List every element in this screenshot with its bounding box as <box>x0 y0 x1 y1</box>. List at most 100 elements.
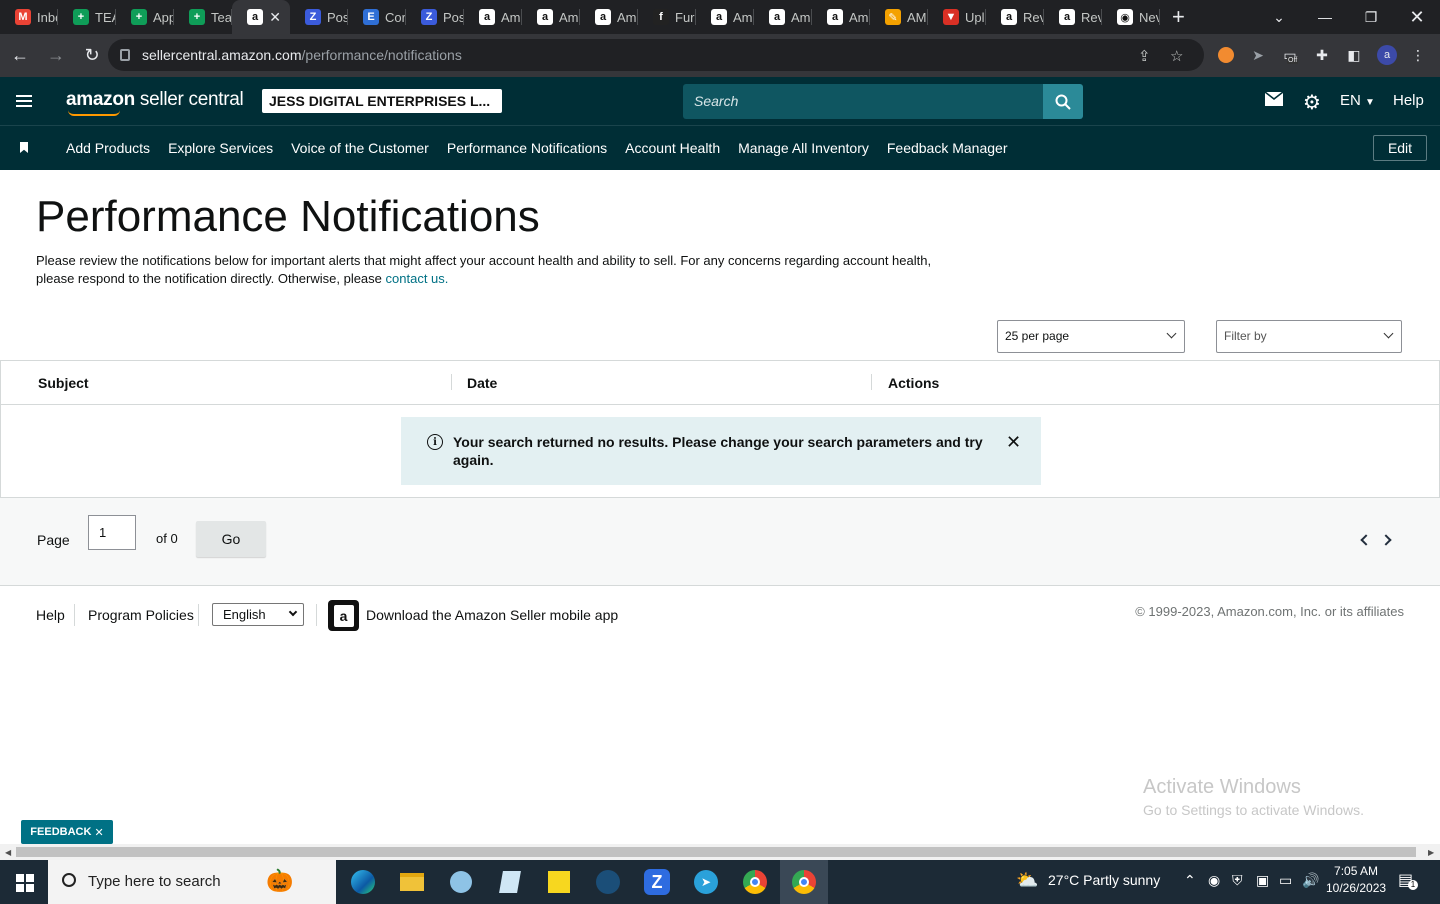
footer-language-select[interactable]: English <box>212 603 304 626</box>
telegram-icon[interactable]: ➤ <box>691 867 721 897</box>
browser-tab[interactable]: M Inbo <box>0 0 58 34</box>
steam-icon[interactable] <box>593 867 623 897</box>
notepad-icon[interactable] <box>495 867 525 897</box>
language-selector[interactable]: EN ▼ <box>1340 92 1375 109</box>
puzzle-icon[interactable]: ✚ <box>1313 46 1331 64</box>
browser-tab[interactable]: Z Pos <box>290 0 348 34</box>
share-icon[interactable]: ⇪ <box>1138 47 1151 65</box>
browser-tab[interactable]: a Am <box>696 0 754 34</box>
footer-help-link[interactable]: Help <box>36 607 65 623</box>
tray-meet-icon[interactable]: ▣ <box>1256 872 1269 889</box>
nav-item-manage-all-inventory[interactable]: Manage All Inventory <box>729 140 878 156</box>
browser-tab[interactable]: f Fur <box>638 0 696 34</box>
browser-tab[interactable]: E Cor <box>348 0 406 34</box>
contact-us-link[interactable]: contact us. <box>386 271 449 286</box>
extension-cursor-icon[interactable]: ➤ <box>1249 46 1267 64</box>
browser-tab[interactable]: a Am <box>464 0 522 34</box>
browser-tab[interactable]: ✎ AM <box>870 0 928 34</box>
browser-tab[interactable]: a ✕ <box>232 0 290 34</box>
column-date[interactable]: Date <box>467 375 497 391</box>
tray-chevron-up-icon[interactable]: ⌃ <box>1184 872 1196 889</box>
browser-tab[interactable]: + App <box>116 0 174 34</box>
amazon-app-icon[interactable]: a <box>328 600 359 631</box>
nav-item-account-health[interactable]: Account Health <box>616 140 729 156</box>
maximize-button[interactable]: ❐ <box>1348 0 1394 34</box>
filter-select[interactable]: Filter by <box>1216 320 1402 353</box>
network-icon[interactable]: ▭ <box>1279 872 1292 889</box>
store-selector[interactable]: JESS DIGITAL ENTERPRISES L... <box>262 89 502 113</box>
program-policies-link[interactable]: Program Policies <box>88 607 194 623</box>
notification-center-icon[interactable]: ▤ 1 <box>1398 870 1418 890</box>
per-page-select[interactable]: 25 per page <box>997 320 1185 353</box>
scrollbar-thumb[interactable] <box>16 847 1416 857</box>
browser-tab[interactable]: a Rev <box>986 0 1044 34</box>
close-window-button[interactable]: ✕ <box>1394 0 1440 34</box>
feedback-button[interactable]: FEEDBACK ✕ <box>21 820 113 844</box>
volume-icon[interactable]: 🔊 <box>1302 872 1319 889</box>
hamburger-menu-icon[interactable] <box>16 95 32 110</box>
bookmark-icon[interactable] <box>20 142 28 153</box>
search-button[interactable] <box>1043 84 1083 119</box>
edit-nav-button[interactable]: Edit <box>1373 135 1427 161</box>
edge-icon[interactable] <box>348 867 378 897</box>
chrome-icon[interactable] <box>740 867 770 897</box>
browser-tab[interactable]: Z Pos <box>406 0 464 34</box>
browser-tab[interactable]: a Am <box>522 0 580 34</box>
browser-tab[interactable]: a Am <box>812 0 870 34</box>
download-app-link[interactable]: Download the Amazon Seller mobile app <box>366 607 618 623</box>
help-link[interactable]: Help <box>1393 92 1424 109</box>
search-input[interactable]: Search <box>683 84 1044 119</box>
browser-tab[interactable]: ◉ Nev <box>1102 0 1160 34</box>
close-tab-icon[interactable]: ✕ <box>269 9 281 26</box>
scroll-left-icon[interactable]: ◀ <box>5 848 11 857</box>
browser-tab[interactable]: a Am <box>580 0 638 34</box>
taskbar-search-input[interactable]: Type here to search 🎃 <box>48 860 336 904</box>
nav-item-add-products[interactable]: Add Products <box>57 140 159 156</box>
weather-icon[interactable]: ⛅ <box>1016 870 1038 891</box>
go-button[interactable]: Go <box>196 521 266 557</box>
sticky-notes-icon[interactable] <box>544 867 574 897</box>
browser-tab[interactable]: ▼ Upl <box>928 0 986 34</box>
browser-tab[interactable]: a Rev <box>1044 0 1102 34</box>
close-icon[interactable]: ✕ <box>94 826 103 839</box>
chevron-left-icon[interactable] <box>1360 534 1372 546</box>
browser-tab[interactable]: + TEA <box>58 0 116 34</box>
back-icon[interactable]: ← <box>4 40 36 72</box>
menu-kebab-icon[interactable]: ⋮ <box>1409 46 1427 64</box>
browser-tab[interactable]: + Tea <box>174 0 232 34</box>
seller-central-logo[interactable]: amazon seller central <box>66 89 244 116</box>
address-bar[interactable]: sellercentral.amazon.com/performance/not… <box>108 39 1204 71</box>
nav-item-feedback-manager[interactable]: Feedback Manager <box>878 140 1017 156</box>
scroll-right-icon[interactable]: ▶ <box>1428 848 1434 857</box>
close-icon[interactable]: ✕ <box>1006 432 1021 453</box>
mail-icon[interactable] <box>1264 91 1284 111</box>
tray-record-icon[interactable]: ◉ <box>1208 872 1220 889</box>
zoho-icon[interactable]: Z <box>642 867 672 897</box>
tray-shield-icon[interactable]: ⛨ <box>1232 872 1243 889</box>
taskbar-clock[interactable]: 7:05 AM 10/26/2023 <box>1326 863 1386 897</box>
horizontal-scrollbar[interactable]: ◀ ▶ <box>0 844 1440 860</box>
extension-off-icon[interactable]: ▭ Off <box>1281 46 1299 64</box>
file-explorer-icon[interactable] <box>397 867 427 897</box>
tab-search-icon[interactable]: ⌄ <box>1256 0 1302 34</box>
side-panel-icon[interactable]: ◧ <box>1345 46 1363 64</box>
extension-color-icon[interactable] <box>1217 46 1235 64</box>
nav-item-performance-notifications[interactable]: Performance Notifications <box>438 140 616 156</box>
forward-icon[interactable]: → <box>40 40 72 72</box>
column-subject[interactable]: Subject <box>38 375 89 391</box>
profile-avatar[interactable]: a <box>1377 45 1397 65</box>
settings-gear-icon[interactable]: ⚙ <box>1303 90 1321 115</box>
bookmark-star-icon[interactable]: ☆ <box>1170 47 1183 65</box>
chevron-right-icon[interactable] <box>1380 534 1392 546</box>
weather-text[interactable]: 27°C Partly sunny <box>1048 872 1160 888</box>
chrome-profile-icon[interactable] <box>780 860 828 904</box>
page-number-input[interactable]: 1 <box>88 515 136 550</box>
new-tab-button[interactable]: + <box>1172 4 1185 30</box>
nav-item-voice-of-the-customer[interactable]: Voice of the Customer <box>282 140 438 156</box>
nav-item-explore-services[interactable]: Explore Services <box>159 140 282 156</box>
windows-start-icon[interactable] <box>16 874 34 892</box>
reload-icon[interactable]: ↻ <box>76 40 108 72</box>
paint-icon[interactable] <box>446 867 476 897</box>
browser-tab[interactable]: a Am <box>754 0 812 34</box>
minimize-button[interactable]: — <box>1302 0 1348 34</box>
